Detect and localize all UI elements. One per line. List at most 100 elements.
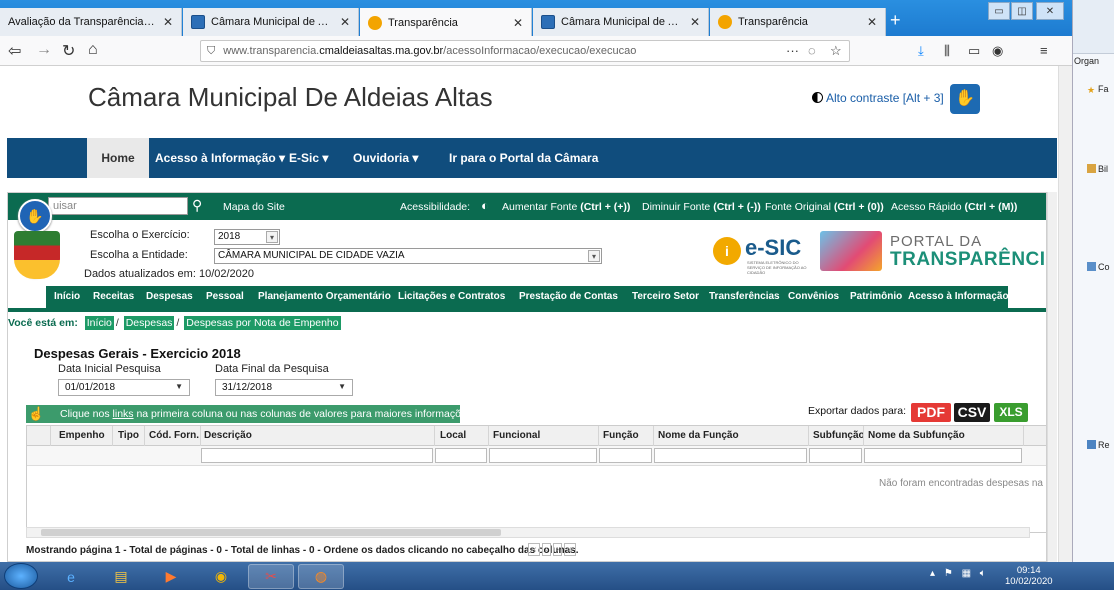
flag-icon[interactable]: ⚑ (944, 568, 953, 579)
menu-patrimonio[interactable]: Patrimônio (850, 291, 902, 302)
page-scrollbar[interactable] (1058, 66, 1072, 562)
browser-tab[interactable]: Avaliação da Transparência dos Jur ✕ (0, 8, 182, 36)
media-player-icon[interactable]: ▶ (148, 564, 194, 589)
network-item[interactable]: Re (1087, 440, 1110, 450)
volume-icon[interactable]: 🔈︎ (980, 568, 986, 579)
breadcrumb-current[interactable]: Despesas por Nota de Empenho (184, 316, 341, 330)
col-nome-subfuncao[interactable]: Nome da Subfunção (864, 426, 1024, 446)
nav-home[interactable]: Home (87, 138, 149, 178)
font-original-link[interactable]: Fonte Original (Ctrl + (0)) (765, 201, 884, 213)
tab-close-icon[interactable]: ✕ (340, 15, 350, 29)
start-date-select[interactable]: 01/01/2018 ▼ (58, 379, 190, 396)
favorites-item[interactable]: ★ Fa (1087, 84, 1109, 95)
chrome-icon[interactable]: ◉ (198, 564, 244, 589)
menu-convenios[interactable]: Convênios (788, 291, 839, 302)
bookmark-star-icon[interactable]: ☆ (830, 43, 842, 59)
clock[interactable]: 09:14 10/02/2020 (1005, 565, 1053, 587)
file-explorer-icon[interactable]: ▤ (98, 564, 144, 589)
ie-icon[interactable]: e (48, 564, 94, 589)
contrast-icon[interactable]: ◐ (481, 198, 489, 213)
exercise-select[interactable]: 2018 ▾ (214, 229, 280, 245)
menu-transferencias[interactable]: Transferências (709, 291, 780, 302)
breadcrumb-inicio[interactable]: Início (84, 316, 114, 330)
close-window-icon[interactable]: ✕ (1036, 2, 1064, 20)
export-pdf-button[interactable]: PDF (911, 403, 951, 422)
high-contrast-link[interactable]: Alto contraste [Alt + 3] (812, 91, 944, 105)
filter-descricao-input[interactable] (201, 448, 433, 463)
url-bar[interactable]: ⛉ www.transparencia. cmaldeiasaltas.ma.go… (200, 40, 850, 62)
prev-page-button[interactable]: ‹ (541, 543, 551, 556)
tab-close-icon[interactable]: ✕ (513, 16, 523, 30)
export-xls-button[interactable]: XLS (994, 403, 1028, 422)
font-increase-link[interactable]: Aumentar Fonte (Ctrl + (+)) (502, 201, 630, 213)
filter-nome-subfuncao-input[interactable] (864, 448, 1022, 463)
sitemap-link[interactable]: Mapa do Site (223, 201, 285, 213)
grid-horizontal-scrollbar[interactable] (26, 527, 1030, 538)
sign-language-icon[interactable]: ✋ (950, 84, 980, 114)
info-links-word[interactable]: links (113, 408, 134, 420)
menu-receitas[interactable]: Receitas (93, 291, 134, 302)
menu-terceiro-setor[interactable]: Terceiro Setor (632, 291, 699, 302)
minimize-icon[interactable]: ▭ (988, 2, 1010, 20)
browser-tab[interactable]: Câmara Municipal de Aldeias A ✕ (533, 8, 709, 36)
nav-portal-camara[interactable]: Ir para o Portal da Câmara (449, 151, 598, 165)
frame-scrollbar[interactable] (1047, 192, 1057, 562)
filter-nome-funcao-input[interactable] (654, 448, 807, 463)
esic-logo[interactable]: i e-SIC SISTEMA ELETRÔNICO DO SERVIÇO DE… (713, 233, 808, 275)
browser-tab-active[interactable]: Transparência ✕ (360, 8, 532, 37)
col-local[interactable]: Local (435, 426, 489, 446)
col-descricao[interactable]: Descrição (201, 426, 435, 446)
quick-access-link[interactable]: Acesso Rápido (Ctrl + (M)) (891, 201, 1017, 213)
nav-esic[interactable]: E-Sic ▾ (289, 151, 328, 165)
back-icon[interactable]: ⇦ (8, 41, 21, 61)
start-button[interactable] (4, 563, 38, 589)
end-date-select[interactable]: 31/12/2018 ▼ (215, 379, 353, 396)
download-icon[interactable]: ⤓ (918, 43, 924, 59)
menu-icon[interactable]: ≡ (1040, 43, 1048, 58)
first-page-button[interactable]: « (528, 543, 540, 556)
menu-pessoal[interactable]: Pessoal (206, 291, 244, 302)
scroll-thumb[interactable] (41, 529, 501, 536)
filter-subfuncao-input[interactable] (809, 448, 862, 463)
menu-prestacao-contas[interactable]: Prestação de Contas (519, 291, 618, 302)
next-page-button[interactable]: › (552, 543, 563, 556)
export-csv-button[interactable]: CSV (954, 403, 990, 422)
filter-local-input[interactable] (435, 448, 487, 463)
computer-item[interactable]: Co (1087, 262, 1110, 272)
maximize-icon[interactable]: ◫ (1011, 2, 1033, 20)
filter-funcao-input[interactable] (599, 448, 652, 463)
firefox-icon[interactable]: ◍ (298, 564, 344, 589)
reload-icon[interactable]: ↻ (62, 41, 75, 61)
entity-select[interactable]: CÂMARA MUNICIPAL DE CIDADE VAZIA ▾ (214, 248, 602, 264)
search-input[interactable]: uisar (48, 197, 188, 215)
menu-acesso-informacao[interactable]: Acesso à Informação (908, 291, 1009, 302)
home-icon[interactable]: ⌂ (88, 41, 98, 59)
col-tipo[interactable]: Tipo (113, 426, 145, 446)
col-cod-forn[interactable]: Cód. Forn. (145, 426, 201, 446)
filter-funcional-input[interactable] (489, 448, 597, 463)
network-icon[interactable]: ▦ (962, 568, 971, 579)
forward-icon[interactable]: → (36, 41, 52, 59)
col-funcional[interactable]: Funcional (489, 426, 599, 446)
menu-planejamento[interactable]: Planejamento Orçamentário (258, 291, 391, 302)
tab-close-icon[interactable]: ✕ (163, 15, 173, 29)
libraries-item[interactable]: Bil (1087, 164, 1108, 174)
portal-transparencia-logo[interactable]: PORTAL DA TRANSPARÊNCIA (820, 231, 1046, 273)
sign-language-button[interactable]: ✋ (18, 199, 52, 233)
nav-ouvidoria[interactable]: Ouvidoria ▾ (353, 151, 418, 165)
col-empenho[interactable]: Empenho (51, 426, 113, 446)
last-page-button[interactable]: » (564, 543, 576, 556)
menu-licitacoes[interactable]: Licitações e Contratos (398, 291, 505, 302)
search-icon[interactable]: ⚲ (192, 197, 202, 214)
menu-inicio[interactable]: Início (54, 291, 80, 302)
col-nome-funcao[interactable]: Nome da Função (654, 426, 809, 446)
new-tab-icon[interactable]: + (890, 10, 901, 31)
sidebar-icon[interactable]: ▭ (968, 43, 980, 59)
page-actions-icon[interactable]: ··· (786, 43, 799, 58)
browser-tab[interactable]: Câmara Municipal de Aldeias A ✕ (183, 8, 359, 36)
extension-icon[interactable]: ◉ (992, 43, 1003, 59)
tray-arrow-icon[interactable]: ▴ (930, 568, 935, 579)
browser-tab[interactable]: Transparência ✕ (710, 8, 886, 36)
pocket-icon[interactable]: ◌ (808, 43, 816, 58)
menu-despesas[interactable]: Despesas (146, 291, 193, 302)
